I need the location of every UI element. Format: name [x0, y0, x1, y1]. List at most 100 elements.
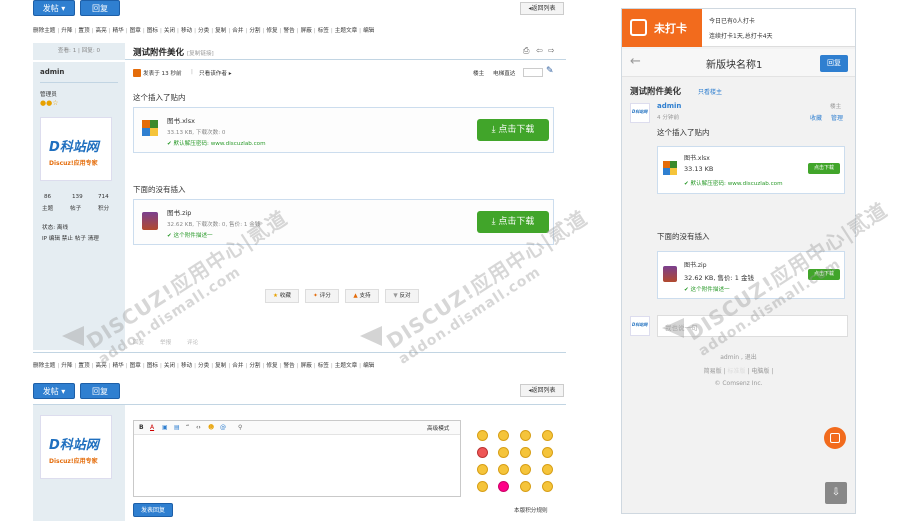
emoji-smile-icon[interactable] [477, 430, 488, 441]
points-count[interactable]: 714 [98, 194, 109, 200]
mod-action-link[interactable]: 高亮 [95, 28, 106, 34]
table-icon[interactable]: ▤ [174, 424, 180, 431]
copy-link[interactable]: [复制链接] [187, 49, 214, 57]
admin-links[interactable]: IP 编辑 禁止 帖子 清理 [42, 234, 99, 242]
mobile-manage-link[interactable]: 管理 [831, 113, 843, 122]
mod-action-link[interactable]: 升降 [61, 363, 72, 369]
mobile-reply-button[interactable]: 回复 [820, 55, 848, 72]
emoji-tongue-icon[interactable] [477, 464, 488, 475]
goto-floor-go-icon[interactable]: ✎ [546, 66, 554, 76]
emoji-wink-icon[interactable] [520, 430, 531, 441]
author-name[interactable]: admin [40, 68, 64, 76]
emoji-shy-icon[interactable] [520, 481, 531, 492]
advanced-mode-link[interactable]: 高级模式 [427, 424, 449, 432]
mod-action-link[interactable]: 图章 [130, 28, 141, 34]
reply-button[interactable]: 回复 [80, 0, 120, 16]
mobile-download-button-xlsx[interactable]: 点击下载 [808, 163, 840, 174]
mobile-fav-link[interactable]: 收藏 [810, 113, 822, 122]
font-color-icon[interactable]: A [150, 424, 154, 431]
emoji-laugh2-icon[interactable] [542, 464, 553, 475]
emoji-happy-icon[interactable] [498, 447, 509, 458]
rate-button[interactable]: ✦ 评分 [305, 289, 339, 303]
goto-floor-input[interactable] [523, 68, 543, 77]
favorite-button[interactable]: ★ 收藏 [265, 289, 299, 303]
mod-action-link[interactable]: 修复 [266, 363, 277, 369]
mod-action-link[interactable]: 图标 [147, 363, 158, 369]
posts-count[interactable]: 139 [72, 194, 83, 200]
mod-action-link[interactable]: 屏蔽 [301, 28, 312, 34]
reply-button-bottom[interactable]: 回复 [80, 383, 120, 399]
mod-action-link[interactable]: 图章 [130, 363, 141, 369]
mod-action-link[interactable]: 标签 [318, 363, 329, 369]
back-to-list-button-bottom[interactable]: ◂返回列表 [520, 384, 564, 397]
emoji-cool-icon[interactable] [498, 464, 509, 475]
mod-action-link[interactable]: 复制 [215, 28, 226, 34]
mod-action-link[interactable]: 精华 [113, 363, 124, 369]
emoji-shock-icon[interactable] [520, 447, 531, 458]
print-icon[interactable]: ⎙ [523, 46, 529, 56]
mobile-author[interactable]: admin [657, 102, 681, 110]
code-icon[interactable]: ‹› [196, 424, 201, 431]
emoji-angry-icon[interactable] [498, 481, 509, 492]
post-new-button[interactable]: 发帖 ▾ [33, 0, 75, 16]
checkin-button[interactable]: 未打卡 [622, 9, 702, 47]
back-to-list-button[interactable]: ◂返回列表 [520, 2, 564, 15]
quote-icon[interactable]: “ [186, 424, 189, 431]
mod-action-link[interactable]: 警告 [284, 28, 295, 34]
only-author-link[interactable]: 只看该作者 ▸ [199, 69, 232, 77]
mod-action-link[interactable]: 主题文章 [335, 28, 357, 34]
attach-icon[interactable]: ⚲ [238, 424, 242, 431]
mod-action-link[interactable]: 移动 [181, 363, 192, 369]
mod-action-link[interactable]: 精华 [113, 28, 124, 34]
back-arrow-icon[interactable]: ← [630, 54, 641, 69]
mod-action-link[interactable]: 编辑 [363, 363, 374, 369]
scroll-to-bottom-button[interactable]: ⇩ [825, 482, 847, 504]
oppose-button[interactable]: ▼ 反对 [385, 289, 419, 303]
mod-action-link[interactable]: 删除主题 [33, 28, 55, 34]
reply-editor[interactable]: B A ▣ ▤ “ ‹› ☻ @ ⚲ 高级模式 [133, 420, 461, 497]
mod-action-link[interactable]: 屏蔽 [301, 363, 312, 369]
mod-action-link[interactable]: 合并 [232, 363, 243, 369]
emoji-sleep-icon[interactable] [542, 481, 553, 492]
simple-version-link[interactable]: 简易版 [704, 368, 722, 375]
mod-action-link[interactable]: 关闭 [164, 363, 175, 369]
mod-action-link[interactable]: 分割 [249, 28, 260, 34]
submit-reply-button[interactable]: 发表回复 [133, 503, 173, 517]
emoji-grin-icon[interactable] [498, 430, 509, 441]
board-rules-link[interactable]: 本版积分规则 [514, 506, 548, 514]
emoji-cry-icon[interactable] [542, 447, 553, 458]
mod-action-link[interactable]: 主题文章 [335, 363, 357, 369]
comment-link[interactable]: 评论 [187, 340, 198, 346]
at-icon[interactable]: @ [220, 424, 226, 431]
mod-action-link[interactable]: 编辑 [363, 28, 374, 34]
emoji-sweat-icon[interactable] [520, 464, 531, 475]
mod-action-link[interactable]: 置顶 [78, 28, 89, 34]
only-owner-link[interactable]: 只看楼主 [698, 87, 722, 96]
mod-action-link[interactable]: 复制 [215, 363, 226, 369]
emoji-sad-icon[interactable] [477, 481, 488, 492]
attachment-name[interactable]: 图书.zip [167, 207, 191, 217]
attachment-name[interactable]: 图书.xlsx [167, 115, 195, 125]
mod-action-link[interactable]: 移动 [181, 28, 192, 34]
mod-action-link[interactable]: 图标 [147, 28, 158, 34]
mod-action-link[interactable]: 警告 [284, 363, 295, 369]
next-thread-icon[interactable]: ⇨ [548, 46, 555, 55]
download-button-xlsx[interactable]: ⤓ 点击下载 [477, 119, 549, 141]
mod-action-link[interactable]: 标签 [318, 28, 329, 34]
report-link[interactable]: 举报 [160, 340, 171, 346]
mod-action-link[interactable]: 修复 [266, 28, 277, 34]
mod-action-link[interactable]: 分类 [198, 363, 209, 369]
attachment-name[interactable]: 图书.zip [684, 260, 707, 269]
mod-action-link[interactable]: 置顶 [78, 363, 89, 369]
post-new-button-bottom[interactable]: 发帖 ▾ [33, 383, 75, 399]
mod-action-link[interactable]: 删除主题 [33, 363, 55, 369]
standard-version-link[interactable]: 标准版 [728, 368, 746, 375]
mobile-footer-user[interactable]: admin , 退出 [622, 352, 855, 361]
mod-action-link[interactable]: 升降 [61, 28, 72, 34]
floating-checkin-button[interactable] [824, 427, 846, 449]
image-icon[interactable]: ▣ [162, 424, 168, 431]
bold-icon[interactable]: B [139, 424, 144, 431]
support-button[interactable]: ▲ 支持 [345, 289, 379, 303]
desktop-version-link[interactable]: 电脑版 [751, 368, 769, 375]
threads-count[interactable]: 86 [44, 194, 51, 200]
